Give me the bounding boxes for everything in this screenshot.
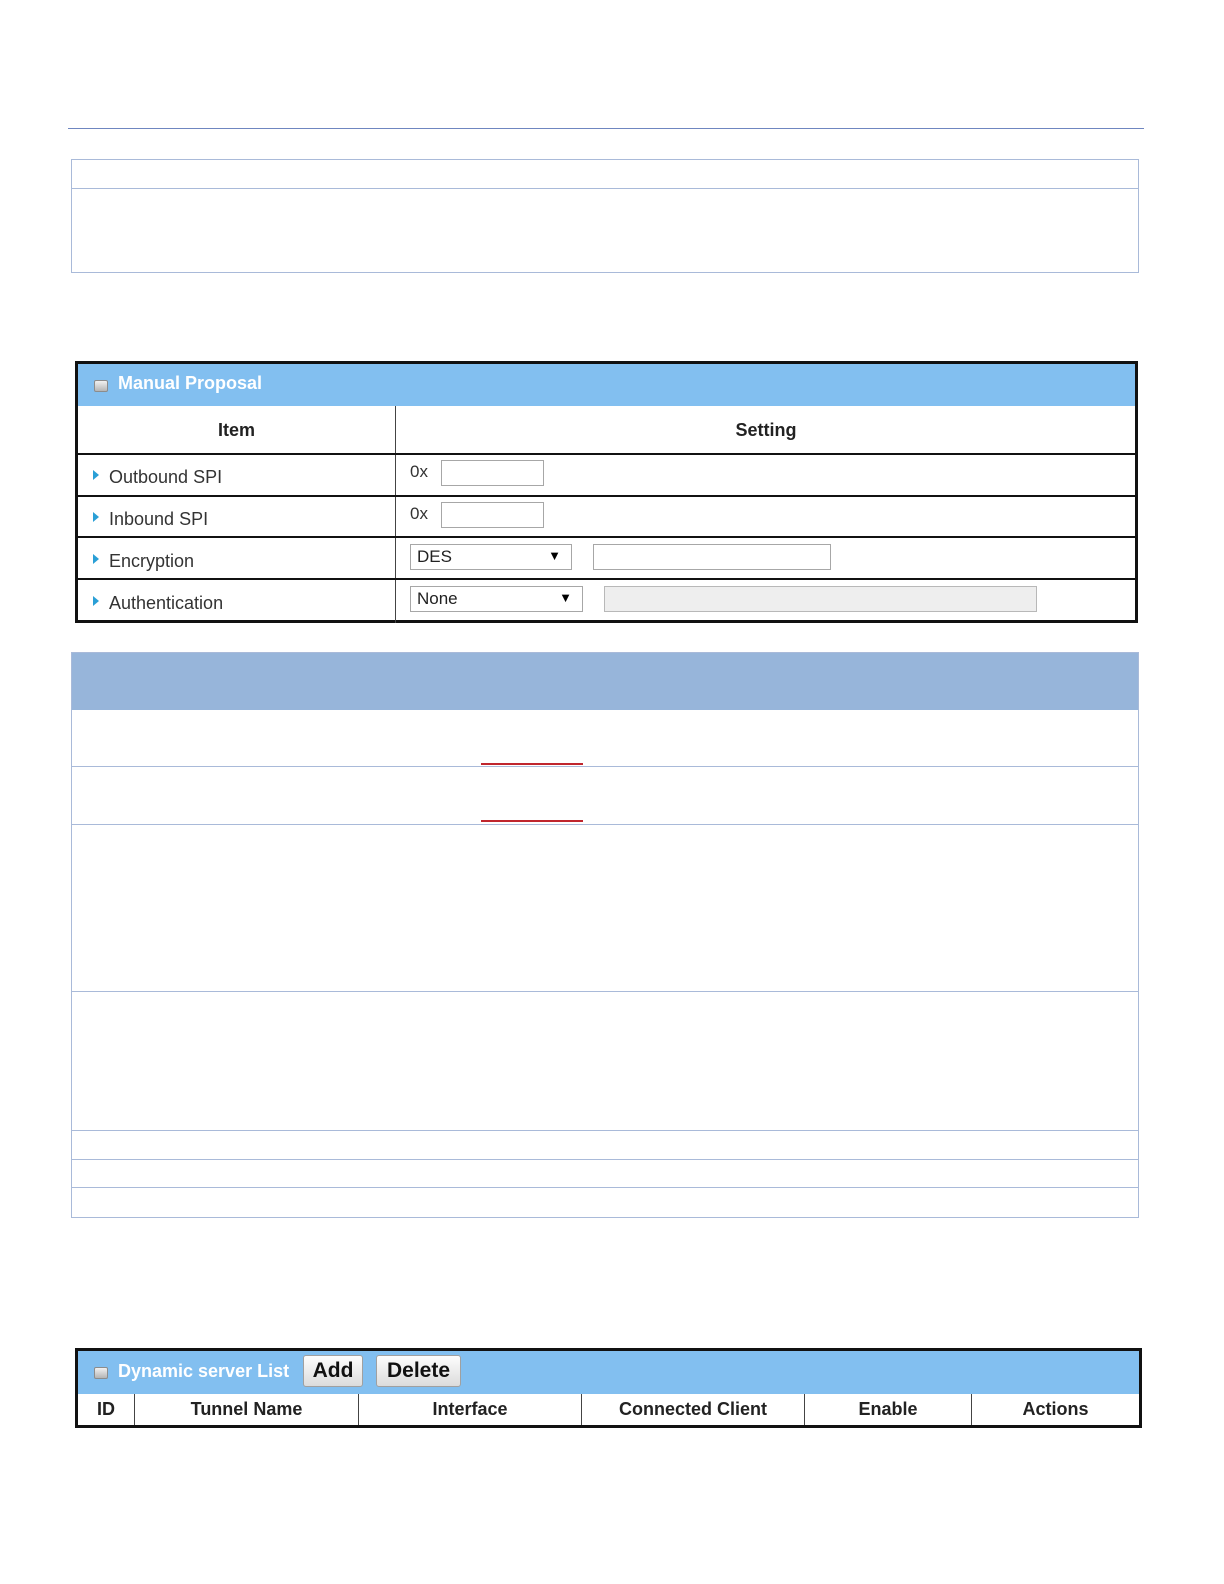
column-header-item: Item — [217, 420, 255, 440]
column-header-enable: Enable — [858, 1399, 918, 1419]
row-divider — [78, 536, 1135, 538]
outbound-spi-label: Outbound SPI — [109, 467, 223, 487]
authentication-select[interactable]: None ▼ — [410, 586, 583, 612]
column-header-id: ID — [97, 1399, 115, 1419]
row-divider — [78, 453, 1135, 455]
table-divider — [72, 766, 1138, 767]
row-bullet-icon — [93, 596, 99, 606]
highlight-underline — [481, 820, 583, 822]
panel-header: Manual Proposal — [78, 364, 1135, 406]
encryption-label: Encryption — [109, 551, 195, 571]
highlight-underline — [481, 763, 583, 765]
table-divider — [72, 824, 1138, 825]
dropdown-arrow-icon: ▼ — [548, 548, 561, 563]
table-divider — [72, 1159, 1138, 1160]
panel-header: Dynamic server List Add Delete — [78, 1351, 1139, 1394]
manual-proposal-panel: Manual Proposal Item Setting Outbound SP… — [75, 361, 1138, 623]
encryption-key-input[interactable] — [593, 544, 831, 570]
table-divider — [72, 1187, 1138, 1188]
column-header-connected-client: Connected Client — [618, 1399, 767, 1419]
authentication-selected-value: None — [417, 589, 458, 608]
row-divider — [78, 495, 1135, 497]
hex-prefix: 0x — [410, 504, 428, 523]
row-bullet-icon — [93, 512, 99, 522]
inbound-spi-input[interactable] — [441, 502, 544, 528]
description-table-1 — [71, 159, 1139, 273]
table-header-band — [72, 653, 1138, 710]
panel-collapse-icon[interactable] — [94, 1367, 108, 1379]
delete-button[interactable]: Delete — [376, 1355, 461, 1387]
row-bullet-icon — [93, 554, 99, 564]
hex-prefix: 0x — [410, 462, 428, 481]
panel-title: Manual Proposal — [118, 373, 263, 393]
page-header-rule — [68, 128, 1144, 129]
description-table-2 — [71, 652, 1139, 1218]
add-button[interactable]: Add — [303, 1355, 363, 1387]
authentication-label: Authentication — [109, 593, 224, 613]
panel-collapse-icon[interactable] — [94, 380, 108, 392]
table-divider — [72, 188, 1138, 189]
dropdown-arrow-icon: ▼ — [559, 590, 572, 605]
panel-title: Dynamic server List — [118, 1361, 290, 1381]
column-header-actions: Actions — [1022, 1399, 1089, 1419]
table-divider — [72, 1130, 1138, 1131]
authentication-key-input — [604, 586, 1037, 612]
dynamic-server-list-panel: Dynamic server List Add Delete ID Tunnel… — [75, 1348, 1142, 1428]
column-header-tunnel-name: Tunnel Name — [190, 1399, 303, 1419]
outbound-spi-input[interactable] — [441, 460, 544, 486]
encryption-select[interactable]: DES ▼ — [410, 544, 572, 570]
encryption-selected-value: DES — [417, 547, 452, 566]
column-header-setting: Setting — [735, 420, 797, 440]
row-bullet-icon — [93, 470, 99, 480]
column-header-interface: Interface — [432, 1399, 508, 1419]
row-divider — [78, 578, 1135, 580]
table-divider — [72, 991, 1138, 992]
inbound-spi-label: Inbound SPI — [109, 509, 209, 529]
